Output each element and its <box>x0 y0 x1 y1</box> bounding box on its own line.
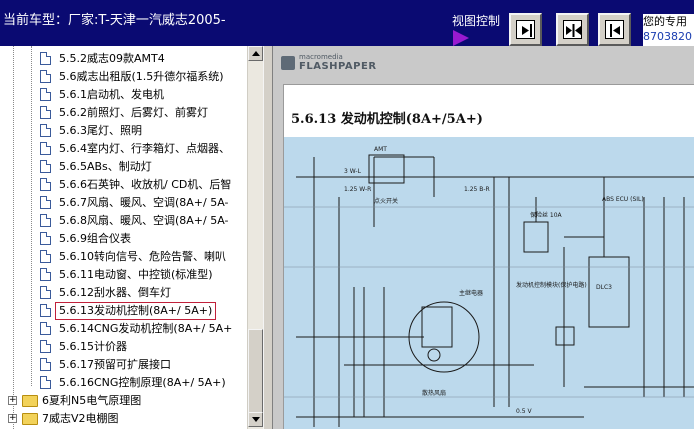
view-control-arrow-icon[interactable] <box>453 30 469 46</box>
app-header: 当前车型：厂家:T-天津一汽威志2005- 视图控制 您的专用 8703820 <box>0 0 694 46</box>
tree-item-label: 5.6.2前照灯、后雾灯、前雾灯 <box>59 106 208 119</box>
folder-icon <box>22 413 38 425</box>
abs-ecu-label: ABS ECU (SIL) <box>602 196 644 203</box>
ignition-switch-label: 点火开关 <box>374 197 398 205</box>
document-icon <box>40 142 51 155</box>
tree-item-label: 5.6.13发动机控制(8A+/ 5A+) <box>55 302 217 320</box>
wire-label: 3 W-L <box>344 168 362 175</box>
scroll-up-button[interactable] <box>248 46 263 61</box>
two-page-view-button[interactable] <box>556 13 589 46</box>
tree-item-label: 5.6.9组合仪表 <box>59 232 131 245</box>
tree-item-label: 5.6威志出租版(1.5升德尔福系统) <box>59 70 224 83</box>
wiring-diagram-graphic: AMT 3 W-L 1.25 W-R 点火开关 1.25 B-R 保险丝 10A… <box>284 146 694 427</box>
document-icon <box>40 322 51 335</box>
two-page-icon <box>566 24 581 37</box>
tree-item-label: 5.6.16CNG控制原理(8A+/ 5A+) <box>59 376 226 389</box>
flashpaper-icon <box>281 56 295 70</box>
document-icon <box>40 340 51 353</box>
tree-item-label: 5.6.17预留可扩展接口 <box>59 358 171 371</box>
document-icon <box>40 88 51 101</box>
previous-page-button[interactable] <box>598 13 631 46</box>
document-icon <box>40 70 51 83</box>
folder-icon <box>22 395 38 407</box>
current-model-title: 当前车型：厂家:T-天津一汽威志2005- <box>3 13 226 28</box>
tree-item-label: 5.6.11电动窗、中控锁(标准型) <box>59 268 213 281</box>
document-page[interactable]: 5.6.13 发动机控制(8A+/5A+) AMT 3 W-L 1.25 W-R… <box>283 84 694 429</box>
tree-item-label: 5.6.15计价器 <box>59 340 127 353</box>
user-info-box: 您的专用 8703820 <box>643 14 694 46</box>
document-icon <box>40 232 51 245</box>
document-icon <box>40 178 51 191</box>
document-icon <box>40 268 51 281</box>
tree-folder[interactable]: + 7威志V2电棚图 <box>0 410 247 428</box>
logo-big-text: FLASHPAPER <box>299 61 377 72</box>
document-icon <box>40 52 51 65</box>
scroll-thumb[interactable] <box>248 329 263 421</box>
document-icon <box>40 304 51 317</box>
user-info-number: 8703820 <box>643 30 692 43</box>
tree-item-label: 5.6.14CNG发动机控制(8A+/ 5A+ <box>59 322 233 335</box>
arrow-down-icon <box>252 417 260 422</box>
document-icon <box>40 376 51 389</box>
scroll-down-button[interactable] <box>248 412 263 427</box>
flashpaper-viewer: macromedia FLASHPAPER 5.6.13 发动机控制(8A+/5… <box>273 46 694 429</box>
dlc-label: DLC3 <box>596 284 612 291</box>
relay-label: 主继电器 <box>459 289 483 297</box>
flashpaper-logo: macromedia FLASHPAPER <box>281 53 381 75</box>
arrow-up-icon <box>252 51 260 56</box>
tree-folder-label: 6夏利N5电气原理图 <box>42 394 142 407</box>
tree-item-label: 5.6.5ABs、制动灯 <box>59 160 152 173</box>
fan-label: 散热风扇 <box>422 389 446 397</box>
wiring-diagram: AMT 3 W-L 1.25 W-R 点火开关 1.25 B-R 保险丝 10A… <box>284 137 694 429</box>
wire-label: 1.25 W-R <box>344 186 371 193</box>
document-icon <box>40 286 51 299</box>
pane-splitter[interactable] <box>263 46 273 429</box>
tree-item-label: 5.6.8风扇、暖风、空调(8A+/ 5A- <box>59 214 229 227</box>
tree-item-label: 5.6.7风扇、暖风、空调(8A+/ 5A- <box>59 196 229 209</box>
tree-item-label: 5.6.12刮水器、倒车灯 <box>59 286 171 299</box>
user-info-text: 您的专用 <box>643 15 687 28</box>
wire-label: 1.25 B-R <box>464 186 490 193</box>
document-icon <box>40 160 51 173</box>
tree-item-label: 5.5.2威志09款AMT4 <box>59 52 165 65</box>
page-heading: 5.6.13 发动机控制(8A+/5A+) <box>291 112 483 127</box>
tree-item-label: 5.6.10转向信号、危险告警、喇叭 <box>59 250 226 263</box>
document-icon <box>40 250 51 263</box>
tree-scrollbar[interactable] <box>247 46 263 429</box>
tree-item-label: 5.6.3尾灯、照明 <box>59 124 142 137</box>
wire-label: 0.5 V <box>516 408 532 415</box>
document-icon <box>40 196 51 209</box>
document-icon <box>40 124 51 137</box>
tree-item-label: 5.6.1启动机、发电机 <box>59 88 164 101</box>
navigation-tree: 5.5.2威志09款AMT4 5.6威志出租版(1.5升德尔福系统) 5.6.1… <box>0 46 247 429</box>
tree-folder[interactable]: + 6夏利N5电气原理图 <box>0 392 247 410</box>
single-page-view-button[interactable] <box>509 13 542 46</box>
fuse-label: 保险丝 10A <box>530 211 563 219</box>
previous-page-icon <box>610 24 620 37</box>
logo-small-text: macromedia <box>299 53 343 61</box>
document-icon <box>40 214 51 227</box>
tree-folder-label: 7威志V2电棚图 <box>42 412 119 425</box>
ecu-note-label: 发动机控制模块(保护电路) <box>516 281 587 289</box>
tree-item-label: 5.6.4室内灯、行李箱灯、点烟器、 <box>59 142 230 155</box>
document-icon <box>40 358 51 371</box>
single-page-icon <box>522 24 532 37</box>
expand-toggle[interactable]: + <box>8 396 17 405</box>
document-icon <box>40 106 51 119</box>
view-control-label: 视图控制 <box>452 14 501 28</box>
tree-guide-line <box>13 46 14 429</box>
amt-label: AMT <box>374 146 387 153</box>
tree-item-label: 5.6.6石英钟、收放机/ CD机、后智 <box>59 178 232 191</box>
tree-guide-line <box>31 46 32 386</box>
expand-toggle[interactable]: + <box>8 414 17 423</box>
